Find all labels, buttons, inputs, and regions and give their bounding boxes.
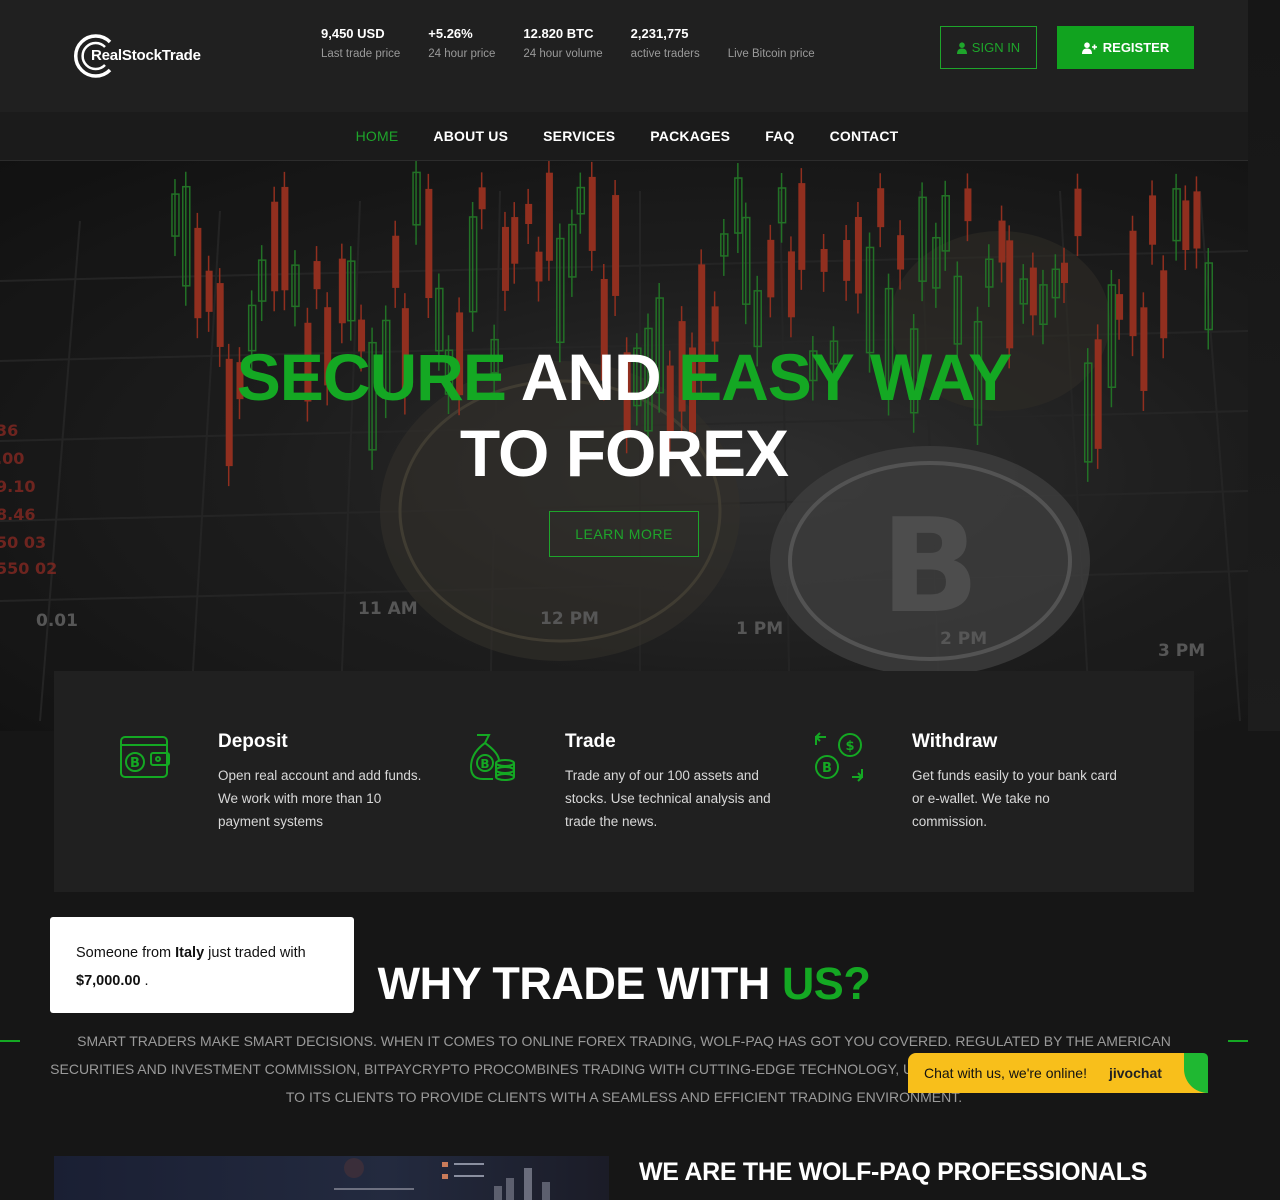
stat-label: Last trade price bbox=[321, 48, 401, 60]
stat-live-bitcoin: Live Bitcoin price bbox=[728, 26, 815, 60]
hero-title-word: EASY WAY bbox=[678, 340, 1012, 414]
why-title-b: US? bbox=[781, 958, 871, 1009]
feature-text: Trade any of our 100 assets and stocks. … bbox=[565, 768, 771, 829]
stat-24h-volume: 12.820 BTC 24 hour volume bbox=[523, 26, 602, 60]
user-icon bbox=[956, 41, 967, 54]
professionals-image bbox=[54, 1156, 609, 1200]
feature-text: Get funds easily to your bank card or e-… bbox=[912, 768, 1117, 829]
register-label: REGISTER bbox=[1102, 40, 1170, 55]
exchange-coins-icon: $ B bbox=[815, 732, 863, 782]
stat-24h-price: +5.26% 24 hour price bbox=[428, 26, 495, 60]
feature-title: Trade bbox=[565, 731, 616, 752]
ticker-stats: 9,450 USD Last trade price +5.26% 24 hou… bbox=[321, 26, 843, 60]
stat-value bbox=[728, 26, 815, 43]
svg-text:B: B bbox=[480, 757, 489, 771]
feature-title: Deposit bbox=[218, 731, 288, 752]
nav-services[interactable]: SERVICES bbox=[543, 128, 615, 144]
chat-brand: jivochat bbox=[1108, 1065, 1162, 1081]
stat-label: 24 hour volume bbox=[523, 48, 603, 60]
sign-in-button[interactable]: SIGN IN bbox=[940, 26, 1037, 69]
logo[interactable]: RealStockTrade bbox=[70, 30, 201, 82]
nav-home[interactable]: HOME bbox=[356, 128, 399, 144]
page-scroll-gutter bbox=[1248, 0, 1280, 731]
svg-text:$: $ bbox=[845, 739, 854, 754]
nav-packages[interactable]: PACKAGES bbox=[650, 128, 730, 144]
why-title: WHY TRADE WITH US? bbox=[0, 958, 1248, 1010]
stat-value: 9,450 USD bbox=[321, 26, 385, 41]
stat-active-traders: 2,231,775 active traders bbox=[631, 26, 700, 60]
money-bag-bitcoin-icon: B bbox=[469, 734, 515, 781]
user-plus-icon bbox=[1081, 41, 1097, 54]
nav-faq[interactable]: FAQ bbox=[765, 128, 794, 144]
main-nav: HOME ABOUT US SERVICES PACKAGES FAQ CONT… bbox=[0, 112, 1248, 161]
hero-title-line2: TO FOREX bbox=[459, 416, 789, 490]
chat-message: Chat with us, we're online! bbox=[924, 1065, 1087, 1081]
dashboard-thumbnail-image bbox=[334, 1158, 550, 1200]
professionals-title: WE ARE THE WOLF-PAQ PROFESSIONALS bbox=[639, 1158, 1148, 1186]
stat-value: +5.26% bbox=[428, 26, 473, 41]
chat-widget[interactable]: Chat with us, we're online! jivochat bbox=[908, 1053, 1208, 1093]
feature-title: Withdraw bbox=[912, 731, 998, 752]
stat-value: 12.820 BTC bbox=[523, 26, 594, 41]
nav-contact[interactable]: CONTACT bbox=[830, 128, 899, 144]
hero-section: B 11 AM 12 PM 1 PM 2 PM 3 PM 0.01 36 .00… bbox=[0, 161, 1248, 731]
brand-name: RealStockTrade bbox=[91, 47, 201, 64]
stat-label: Live Bitcoin price bbox=[727, 48, 815, 60]
stat-label: 24 hour price bbox=[428, 48, 496, 60]
divider-dash bbox=[1228, 1040, 1248, 1042]
hero-title-word: SECURE bbox=[236, 340, 507, 414]
top-header: RealStockTrade 9,450 USD Last trade pric… bbox=[0, 0, 1248, 112]
stat-label: active traders bbox=[630, 48, 700, 60]
nav-about-us[interactable]: ABOUT US bbox=[433, 128, 508, 144]
features-panel: B Deposit Open real account and add fund… bbox=[54, 671, 1194, 892]
why-title-a: WHY TRADE WITH bbox=[377, 958, 782, 1009]
feature-text: Open real account and add funds. We work… bbox=[218, 768, 422, 829]
svg-text:B: B bbox=[822, 761, 832, 776]
chat-bubble-icon bbox=[1184, 1053, 1208, 1093]
hero-title-word: AND bbox=[505, 340, 679, 414]
sign-in-label: SIGN IN bbox=[971, 40, 1021, 55]
stat-last-trade: 9,450 USD Last trade price bbox=[321, 26, 400, 60]
hero-title: SECURE AND EASY WAY TO FOREX bbox=[0, 339, 1248, 491]
svg-text:B: B bbox=[130, 756, 140, 771]
stat-value: 2,231,775 bbox=[630, 26, 689, 41]
learn-more-button[interactable]: LEARN MORE bbox=[549, 511, 699, 557]
wallet-bitcoin-icon: B bbox=[120, 736, 170, 778]
register-button[interactable]: REGISTER bbox=[1057, 26, 1194, 69]
divider-dash bbox=[0, 1040, 20, 1042]
